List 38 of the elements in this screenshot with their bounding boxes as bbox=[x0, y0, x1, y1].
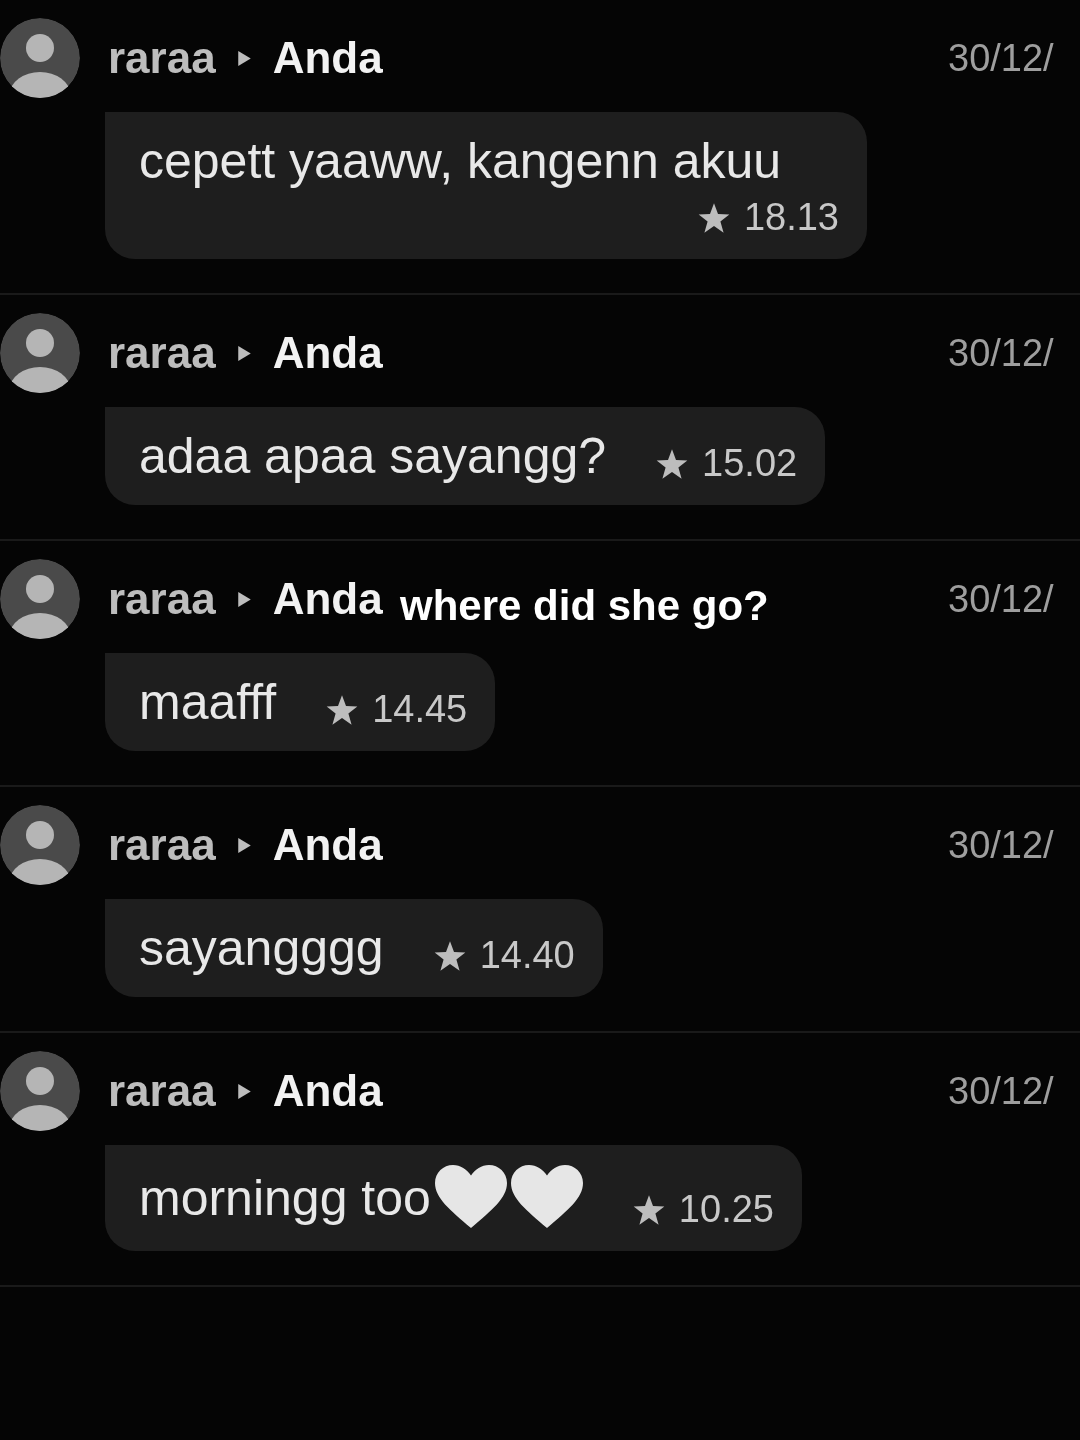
message-time: 14.45 bbox=[372, 688, 468, 731]
message-text: morningg too bbox=[139, 1169, 431, 1227]
recipient-name: Anda bbox=[272, 33, 383, 83]
sender-name: raraa bbox=[108, 33, 216, 83]
recipient-name: Anda bbox=[272, 574, 383, 624]
recipient-name: Anda bbox=[272, 328, 383, 378]
message-date: 30/12/ bbox=[948, 823, 1054, 867]
message-text: sayangggg bbox=[139, 919, 384, 977]
sender-name: raraa bbox=[108, 574, 216, 624]
message-date: 30/12/ bbox=[948, 1069, 1054, 1113]
message-time: 18.13 bbox=[743, 196, 839, 239]
avatar-icon bbox=[0, 805, 80, 885]
sender-name: raraa bbox=[108, 328, 216, 378]
message-text: maafff bbox=[139, 673, 277, 731]
overlay-caption: where did she go? bbox=[400, 582, 769, 630]
message-text: cepett yaaww, kangenn akuu bbox=[139, 132, 782, 190]
arrow-icon bbox=[237, 50, 251, 66]
heart-icon bbox=[434, 1165, 507, 1231]
message-time: 14.40 bbox=[479, 934, 575, 977]
arrow-icon bbox=[237, 1083, 251, 1099]
sender-name: raraa bbox=[108, 1066, 216, 1116]
avatar-icon bbox=[0, 1051, 80, 1131]
message-time: 10.25 bbox=[678, 1188, 774, 1231]
arrow-icon bbox=[237, 837, 251, 853]
avatar-icon bbox=[0, 18, 80, 98]
message-time: 15.02 bbox=[702, 442, 798, 485]
avatar-icon bbox=[0, 559, 80, 639]
arrow-icon bbox=[237, 591, 251, 607]
message-date: 30/12/ bbox=[948, 577, 1054, 621]
heart-icon bbox=[510, 1165, 583, 1231]
message-text: adaa apaa sayangg? bbox=[139, 427, 607, 485]
arrow-icon bbox=[237, 345, 251, 361]
message-date: 30/12/ bbox=[948, 36, 1054, 80]
avatar-icon bbox=[0, 313, 80, 393]
recipient-name: Anda bbox=[272, 820, 383, 870]
recipient-name: Anda bbox=[272, 1066, 383, 1116]
sender-name: raraa bbox=[108, 820, 216, 870]
message-date: 30/12/ bbox=[948, 331, 1054, 375]
